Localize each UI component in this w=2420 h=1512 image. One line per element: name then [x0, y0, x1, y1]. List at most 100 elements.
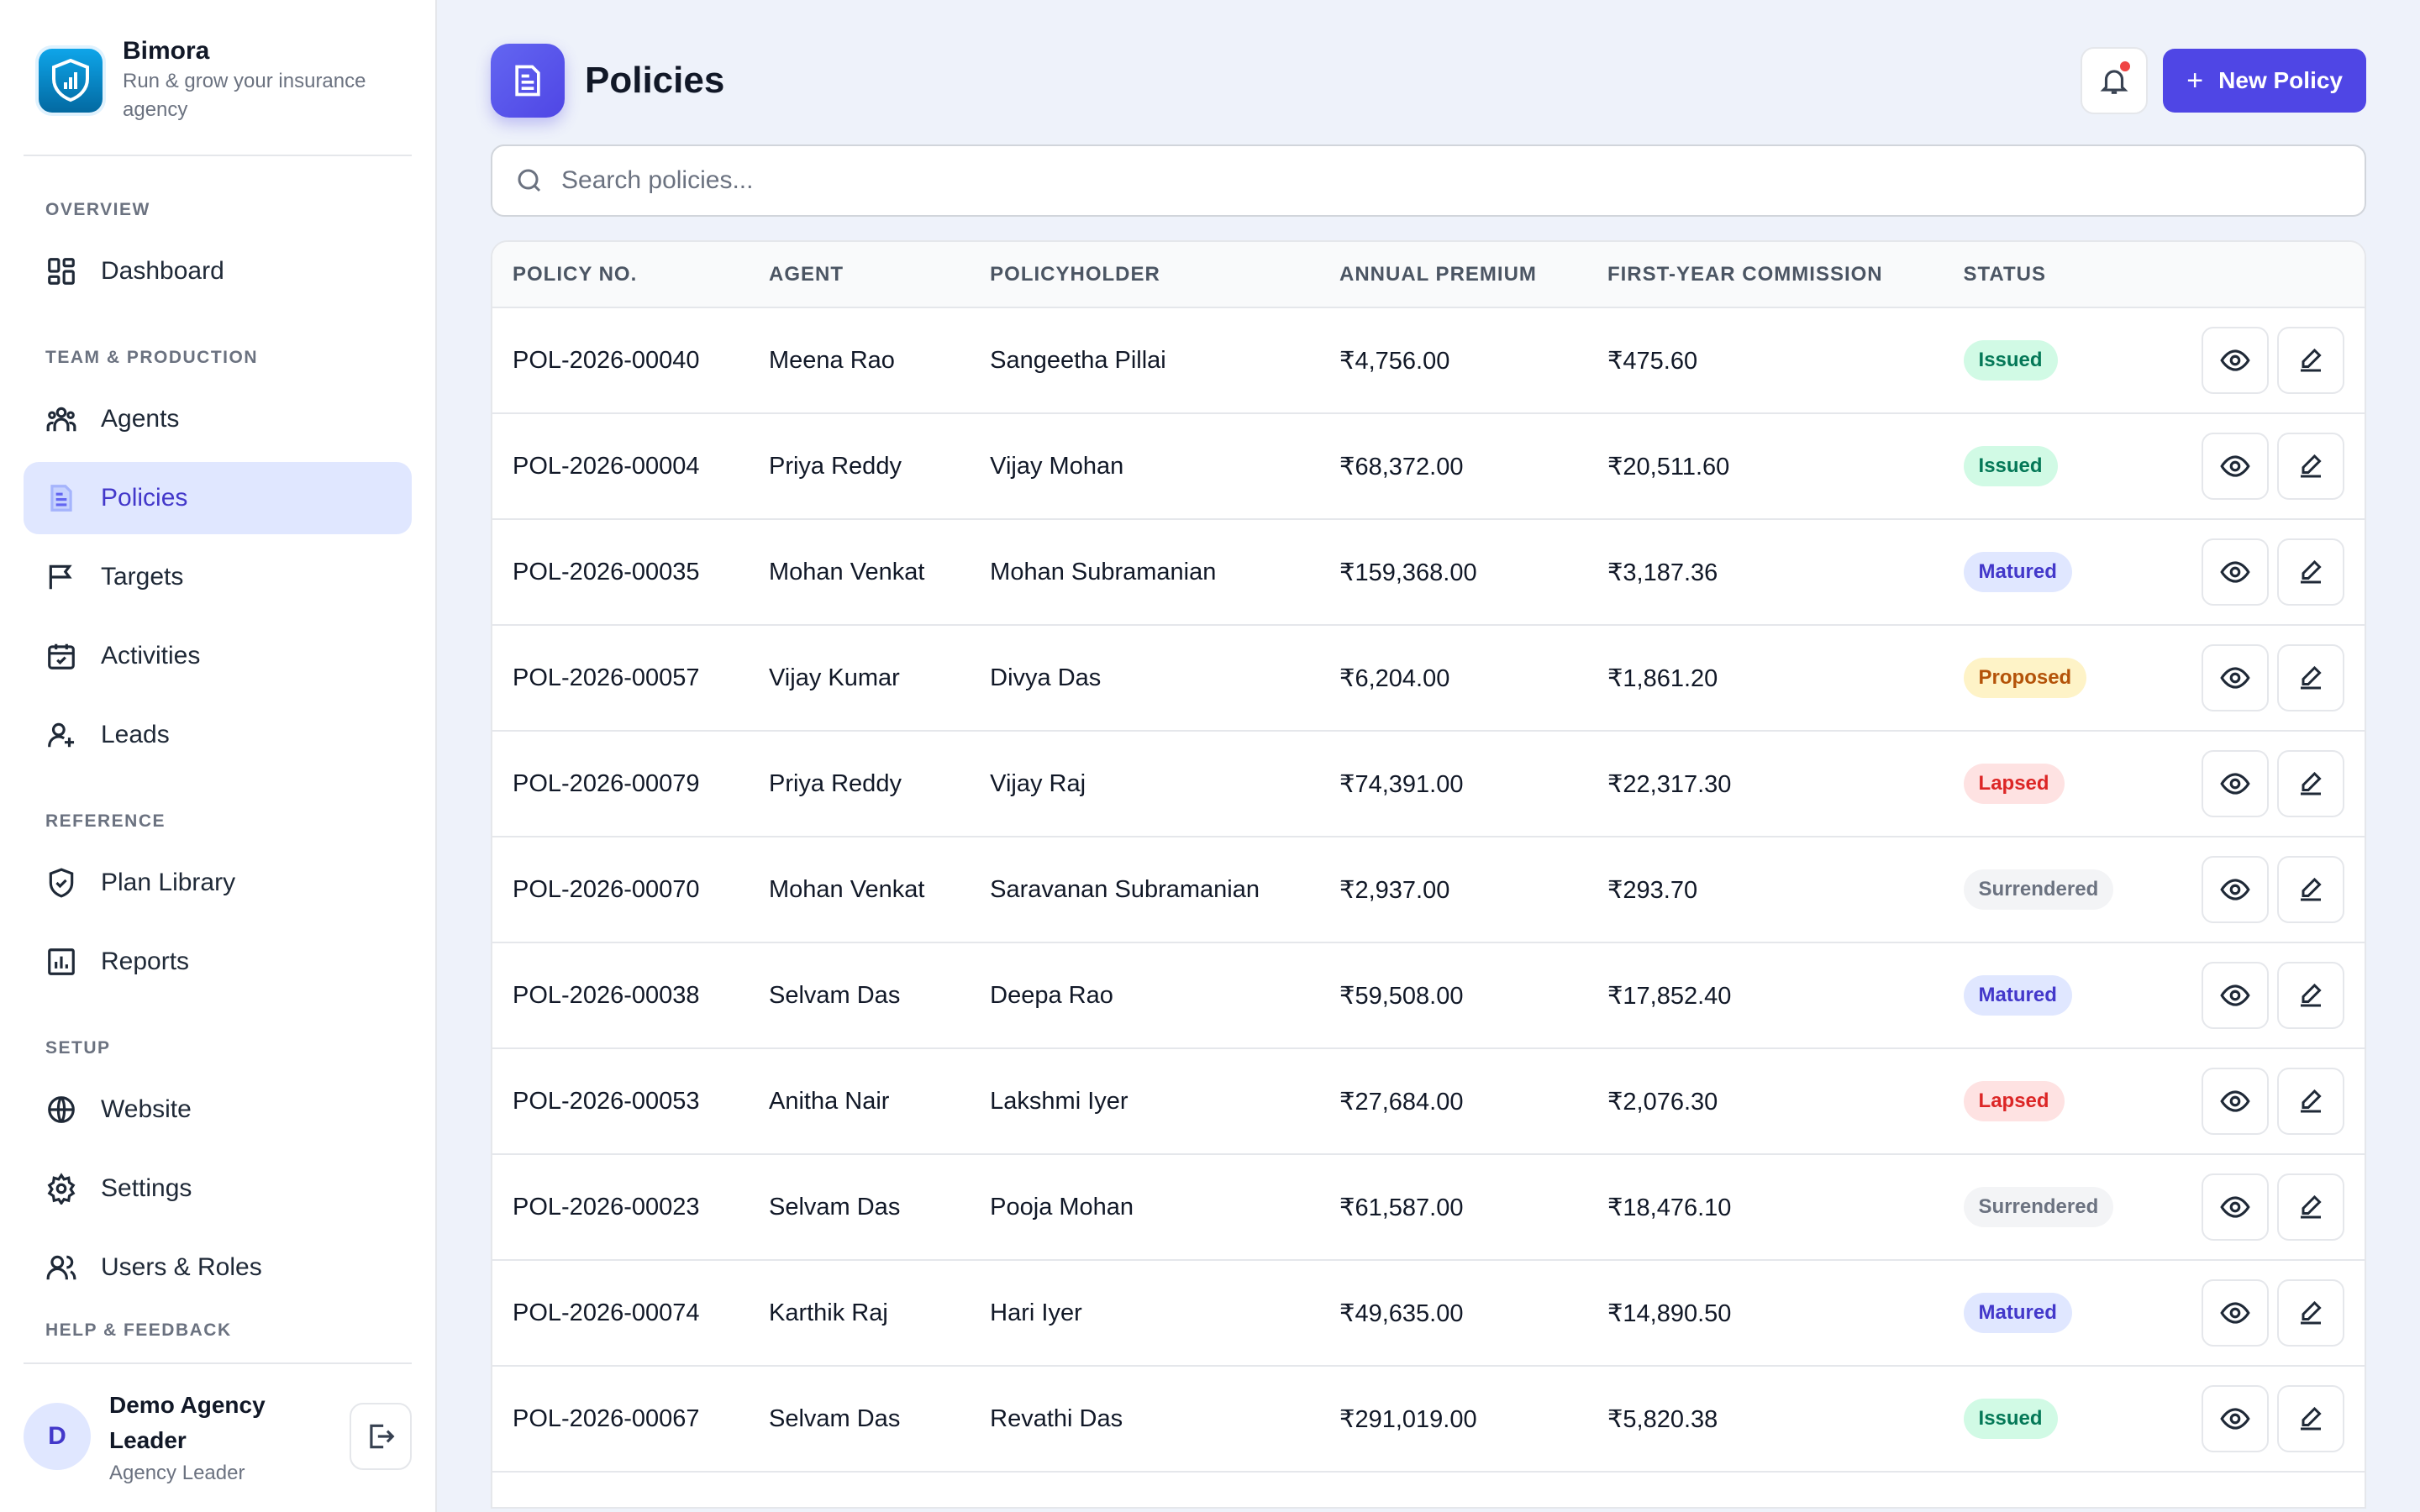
- nav-section-team: TEAM & PRODUCTION: [45, 348, 258, 367]
- edit-button[interactable]: [2277, 433, 2344, 500]
- view-button[interactable]: [2202, 1068, 2269, 1135]
- eye-icon: [2220, 1302, 2250, 1324]
- user-plus-icon: [48, 722, 75, 748]
- cell-policy-no: POL-2026-00057: [492, 625, 749, 732]
- sidebar-item-plan-library[interactable]: Plan Library: [24, 847, 412, 919]
- pencil-icon: [2301, 665, 2322, 690]
- cell-annual-premium: ₹74,391.00: [1319, 731, 1587, 837]
- nav-section-reference: REFERENCE: [45, 811, 166, 831]
- app-shell: Bimora Run & grow your insurance agency …: [0, 0, 2420, 1512]
- cell-policyholder: Saravanan Subramanian: [970, 837, 1319, 943]
- edit-button[interactable]: [2277, 1279, 2344, 1347]
- cell-annual-premium: ₹27,684.00: [1319, 1048, 1587, 1155]
- view-button[interactable]: [2202, 433, 2269, 500]
- actions-cell: [2158, 413, 2365, 520]
- brand-tagline: Run & grow your insurance agency: [123, 70, 366, 121]
- status-cell: Issued: [1943, 1366, 2159, 1473]
- eye-icon: [2220, 773, 2250, 795]
- cell-policy-no: POL-2026-00074: [492, 1260, 749, 1367]
- pencil-icon: [2301, 454, 2322, 478]
- view-button[interactable]: [2202, 644, 2269, 711]
- cell-first-year-commission: ₹1,861.20: [1586, 625, 1944, 732]
- column-header-status: STATUS: [1943, 242, 2159, 308]
- users-group-icon: [46, 407, 76, 432]
- pencil-icon: [2301, 983, 2322, 1007]
- cell-policy-no: POL-2026-00053: [492, 1048, 749, 1155]
- sidebar-item-activities[interactable]: Activities: [24, 620, 412, 692]
- view-button[interactable]: [2202, 856, 2269, 923]
- cell-first-year-commission: ₹18,476.10: [1586, 1154, 1944, 1261]
- cell-agent: Priya Reddy: [748, 413, 971, 520]
- users-icon: [46, 1255, 76, 1280]
- pencil-icon: [2301, 559, 2322, 584]
- sidebar-item-agents[interactable]: Agents: [24, 383, 412, 455]
- eye-icon: [2220, 879, 2250, 900]
- cell-policyholder: Lakshmi Iyer: [970, 1048, 1319, 1155]
- status-cell: Issued: [1943, 413, 2159, 520]
- actions-cell: [2158, 837, 2365, 943]
- actions-cell: [2158, 1260, 2365, 1367]
- cell-annual-premium: ₹61,587.00: [1319, 1154, 1587, 1261]
- edit-button[interactable]: [2277, 1068, 2344, 1135]
- sidebar-item-label: Plan Library: [101, 869, 236, 896]
- status-badge: Issued: [1963, 446, 2058, 486]
- view-button[interactable]: [2202, 1173, 2269, 1241]
- edit-button[interactable]: [2277, 644, 2344, 711]
- cell-first-year-commission: ₹475.60: [1586, 307, 1944, 414]
- logout-button[interactable]: [349, 1403, 412, 1470]
- edit-button[interactable]: [2277, 750, 2344, 817]
- nav-section-setup: SETUP: [45, 1038, 111, 1058]
- sidebar-item-label: Policies: [101, 484, 188, 512]
- eye-icon: [2220, 561, 2250, 583]
- view-button[interactable]: [2202, 327, 2269, 394]
- table-row: POL-2026-00004 Priya Reddy Vijay Mohan ₹68,…: [492, 413, 2365, 520]
- notifications-button[interactable]: [2081, 47, 2149, 114]
- user-profile: D Demo Agency Leader Agency Leader: [24, 1362, 412, 1512]
- cell-agent: Priya Reddy: [748, 731, 971, 837]
- edit-button[interactable]: [2277, 327, 2344, 394]
- table-row: POL-2026-00067 Selvam Das Revathi Das ₹291,…: [492, 1366, 2365, 1473]
- view-button[interactable]: [2202, 1279, 2269, 1347]
- view-button[interactable]: [2202, 538, 2269, 606]
- cell-policyholder: Vijay Mohan: [970, 413, 1319, 520]
- brand: Bimora Run & grow your insurance agency: [24, 0, 412, 156]
- table-row: POL-2026-00074 Karthik Raj Hari Iyer ₹49,63…: [492, 1260, 2365, 1367]
- edit-button[interactable]: [2277, 962, 2344, 1029]
- actions-cell: [2158, 1154, 2365, 1261]
- cell-annual-premium: ₹159,368.00: [1319, 519, 1587, 626]
- eye-icon: [2220, 455, 2250, 477]
- cell-annual-premium: ₹68,372.00: [1319, 413, 1587, 520]
- status-badge: Issued: [1963, 340, 2058, 381]
- cell-policyholder: Deepa Rao: [970, 942, 1319, 1049]
- sidebar-item-website[interactable]: Website: [24, 1074, 412, 1146]
- view-button[interactable]: [2202, 1385, 2269, 1452]
- cell-policy-no: POL-2026-00040: [492, 307, 749, 414]
- sidebar-item-targets[interactable]: Targets: [24, 541, 412, 613]
- table-row: POL-2026-00070 Mohan Venkat Saravanan Subr…: [492, 837, 2365, 943]
- sidebar-item-settings[interactable]: Settings: [24, 1152, 412, 1225]
- edit-button[interactable]: [2277, 1385, 2344, 1452]
- calendar-check-icon: [48, 643, 75, 669]
- view-button[interactable]: [2202, 962, 2269, 1029]
- sidebar-item-dashboard[interactable]: Dashboard: [24, 235, 412, 307]
- edit-button[interactable]: [2277, 1173, 2344, 1241]
- sidebar-item-reports[interactable]: Reports: [24, 926, 412, 998]
- search-bar: [491, 144, 2366, 217]
- edit-button[interactable]: [2277, 538, 2344, 606]
- search-input[interactable]: [561, 166, 2343, 195]
- column-header-first-year-commission: FIRST-YEAR COMMISSION: [1586, 242, 1944, 308]
- status-badge: Proposed: [1963, 658, 2087, 698]
- sidebar-item-leads[interactable]: Leads: [24, 699, 412, 771]
- status-badge: Lapsed: [1963, 764, 2065, 804]
- view-button[interactable]: [2202, 750, 2269, 817]
- sidebar-item-policies[interactable]: Policies: [24, 462, 412, 534]
- table-row: POL-2026-00040 Meena Rao Sangeetha Pillai ₹…: [492, 307, 2365, 414]
- new-policy-button[interactable]: + New Policy: [2163, 49, 2366, 113]
- cell-policy-no: POL-2026-00023: [492, 1154, 749, 1261]
- table-row: POL-2026-00053 Anitha Nair Lakshmi Iyer ₹27…: [492, 1048, 2365, 1155]
- pencil-icon: [2301, 348, 2322, 372]
- user-name: Demo Agency Leader: [109, 1392, 266, 1453]
- eye-icon: [2220, 349, 2250, 371]
- edit-button[interactable]: [2277, 856, 2344, 923]
- sidebar-item-users-roles[interactable]: Users & Roles: [24, 1231, 412, 1304]
